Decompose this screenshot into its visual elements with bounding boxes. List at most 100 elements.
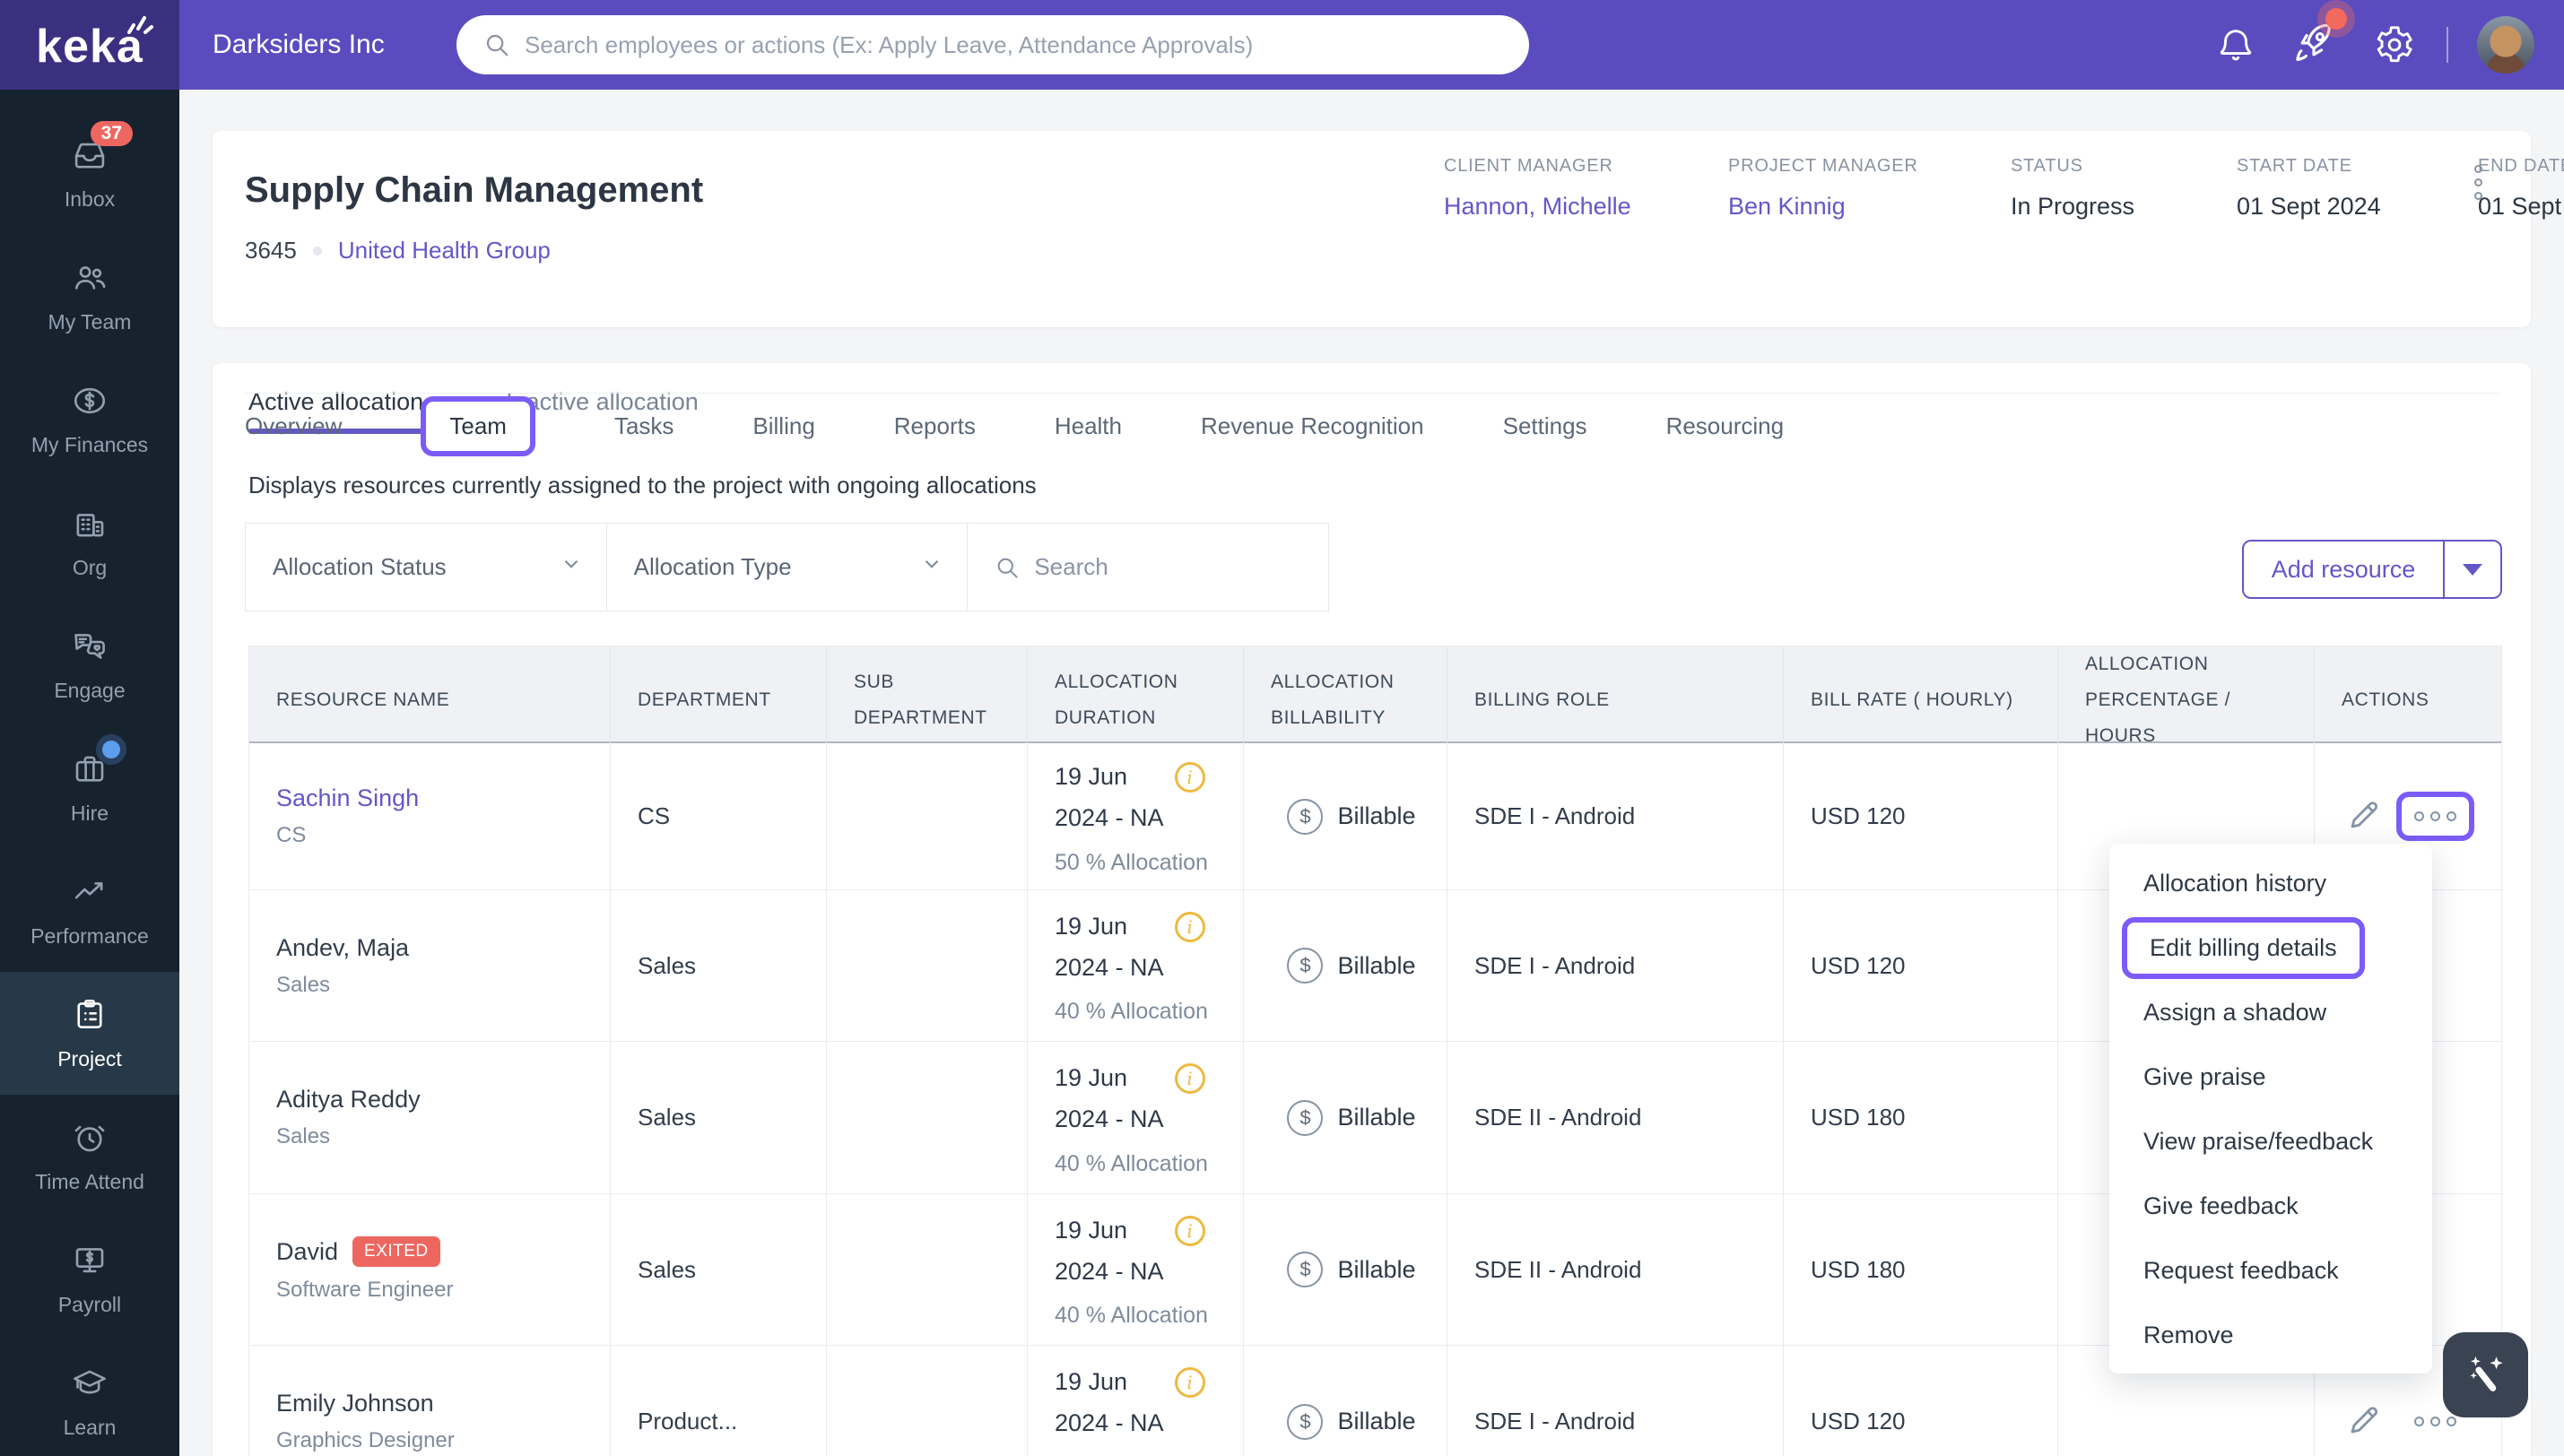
sidebar-item-performance[interactable]: Performance (0, 849, 179, 972)
sidebar-item-payroll[interactable]: Payroll (0, 1218, 179, 1340)
add-resource-label: Add resource (2271, 555, 2416, 583)
department-value: Sales (638, 1104, 697, 1131)
inbox-icon: 37 (70, 121, 133, 175)
notifications-button[interactable] (2209, 0, 2263, 90)
sidebar-item-my-team[interactable]: My Team (0, 235, 179, 358)
menu-item-give-praise[interactable]: Give praise (2109, 1044, 2432, 1109)
inbox-badge: 37 (90, 121, 133, 146)
sidebar-item-learn[interactable]: Learn (0, 1340, 179, 1456)
billable-dollar-icon: $ (1287, 1252, 1324, 1287)
menu-item-assign-a-shadow[interactable]: Assign a shadow (2109, 980, 2432, 1044)
menu-item-request-feedback[interactable]: Request feedback (2109, 1238, 2432, 1303)
sidebar-item-org[interactable]: Org (0, 481, 179, 603)
resource-name[interactable]: Aditya Reddy (276, 1086, 421, 1114)
department-value: Sales (638, 951, 697, 979)
sidebar-item-label: Payroll (57, 1293, 122, 1316)
performance-icon (70, 872, 109, 912)
sidebar-item-my-finances[interactable]: My Finances (0, 358, 179, 481)
sidebar-item-label: Performance (30, 924, 149, 948)
tab-settings[interactable]: Settings (1503, 412, 1587, 440)
magic-wand-fab[interactable] (2443, 1332, 2528, 1417)
edit-pencil-icon[interactable] (2346, 795, 2384, 837)
org-icon (70, 504, 109, 543)
column-header-actions: ACTIONS (2342, 689, 2429, 710)
allocation-type-filter[interactable]: Allocation Type (607, 524, 969, 611)
menu-item-give-feedback[interactable]: Give feedback (2109, 1174, 2432, 1238)
resource-designation: Sales (276, 972, 331, 997)
hire-notification-dot (102, 741, 120, 758)
column-header-allocation-billability: ALLOCATION BILLABILITY (1244, 646, 1447, 754)
allocation-duration-cell: 19 Jun 2024 - NA i 40 % Allocation (1028, 1194, 1244, 1345)
field-value[interactable]: Ben Kinnig (1728, 193, 2011, 221)
resource-name[interactable]: Sachin Singh (276, 784, 419, 812)
tab-billing[interactable]: Billing (752, 412, 814, 440)
duration-text: 19 Jun 2024 - NA (1055, 912, 1164, 981)
menu-item-allocation-history[interactable]: Allocation history (2109, 851, 2432, 915)
keka-logo[interactable]: keka (0, 0, 179, 90)
field-value[interactable]: Hannon, Michelle (1444, 193, 1728, 221)
resource-name[interactable]: David (276, 1238, 338, 1266)
row-menu-button[interactable] (2395, 792, 2474, 841)
department-value: CS (638, 802, 671, 829)
field-label: STATUS (2011, 156, 2083, 176)
tab-tasks[interactable]: Tasks (614, 412, 674, 440)
tab-overview[interactable]: Overview (245, 412, 342, 440)
table-header-row: RESOURCE NAME DEPARTMENT SUB DEPARTMENT ALL… (249, 646, 2501, 754)
menu-item-remove[interactable]: Remove (2109, 1303, 2432, 1367)
resource-name-row: Andev, Maja (276, 934, 595, 962)
tab-reports[interactable]: Reports (894, 412, 976, 440)
allocation-billability-cell: $ Billable (1244, 1346, 1447, 1456)
bill-rate-value: USD 120 (1811, 1408, 1906, 1434)
department-value: Sales (638, 1255, 697, 1283)
add-resource-button[interactable]: Add resource (2242, 540, 2502, 599)
sidebar-item-engage[interactable]: Engage (0, 603, 179, 726)
sidebar-item-project[interactable]: Project (0, 972, 179, 1095)
sidebar-item-time-attend[interactable]: Time Attend (0, 1095, 179, 1218)
info-icon[interactable]: i (1174, 1367, 1205, 1399)
menu-item-view-praise-feedback[interactable]: View praise/feedback (2109, 1109, 2432, 1174)
field-label: PROJECT MANAGER (1728, 156, 1918, 176)
allocation-duration-cell: 19 Jun 2024 - NA i 50 % Allocation (1028, 743, 1244, 889)
edit-pencil-icon[interactable] (2346, 1400, 2384, 1443)
resource-name[interactable]: Emily Johnson (276, 1390, 434, 1417)
column-header-allocation-duration: ALLOCATION DURATION (1028, 646, 1244, 754)
resource-name[interactable]: Andev, Maja (276, 934, 409, 962)
table-search-input[interactable] (1034, 553, 1250, 581)
info-icon[interactable]: i (1174, 1063, 1205, 1095)
allocation-status-filter[interactable]: Allocation Status (246, 524, 607, 611)
allocation-duration-cell: 19 Jun 2024 - NA i 40 % Allocation (1028, 890, 1244, 1041)
global-search[interactable] (456, 15, 1529, 74)
client-link[interactable]: United Health Group (338, 237, 551, 264)
top-bar: keka Darksiders Inc (0, 0, 2564, 90)
resource-name-cell: Aditya Reddy Sales (249, 1042, 611, 1193)
tab-team[interactable]: Team (421, 395, 535, 456)
project-field-start-date: START DATE 01 Sept 2024 (2237, 156, 2478, 221)
hire-icon (70, 741, 120, 789)
department-cell: Sales (611, 1194, 827, 1345)
info-icon[interactable]: i (1174, 762, 1205, 793)
sidebar-item-hire[interactable]: Hire (0, 726, 179, 849)
project-field-end-date: END DATE 01 Sept 2026 (2478, 156, 2564, 221)
tab-health[interactable]: Health (1055, 412, 1122, 440)
tab-revenue-recognition[interactable]: Revenue Recognition (1201, 412, 1424, 440)
settings-button[interactable] (2368, 0, 2421, 90)
user-avatar[interactable] (2477, 16, 2534, 74)
magic-wand-icon (2469, 1356, 2503, 1391)
global-search-input[interactable] (525, 30, 1502, 59)
add-resource-dropdown[interactable] (2443, 542, 2500, 597)
duration-text: 19 Jun 2024 - NA (1055, 1368, 1164, 1436)
engage-icon (70, 627, 109, 666)
menu-item-edit-billing-details[interactable]: Edit billing details (2109, 915, 2432, 980)
time-attend-icon (70, 1118, 109, 1157)
allocation-status-label: Allocation Status (273, 553, 447, 580)
tab-resourcing[interactable]: Resourcing (1666, 412, 1785, 440)
info-icon[interactable]: i (1174, 911, 1205, 942)
info-icon[interactable]: i (1174, 1215, 1205, 1246)
whats-new-button[interactable] (2287, 0, 2347, 90)
allocation-percent: 40 % Allocation (1055, 1303, 1208, 1329)
sidebar-item-label: Time Attend (35, 1170, 144, 1193)
resource-designation: Graphics Designer (276, 1428, 455, 1452)
sidebar-item-inbox[interactable]: 37 Inbox (0, 112, 179, 235)
project-kebab-menu[interactable] (2469, 160, 2488, 205)
table-search[interactable] (968, 524, 1328, 611)
